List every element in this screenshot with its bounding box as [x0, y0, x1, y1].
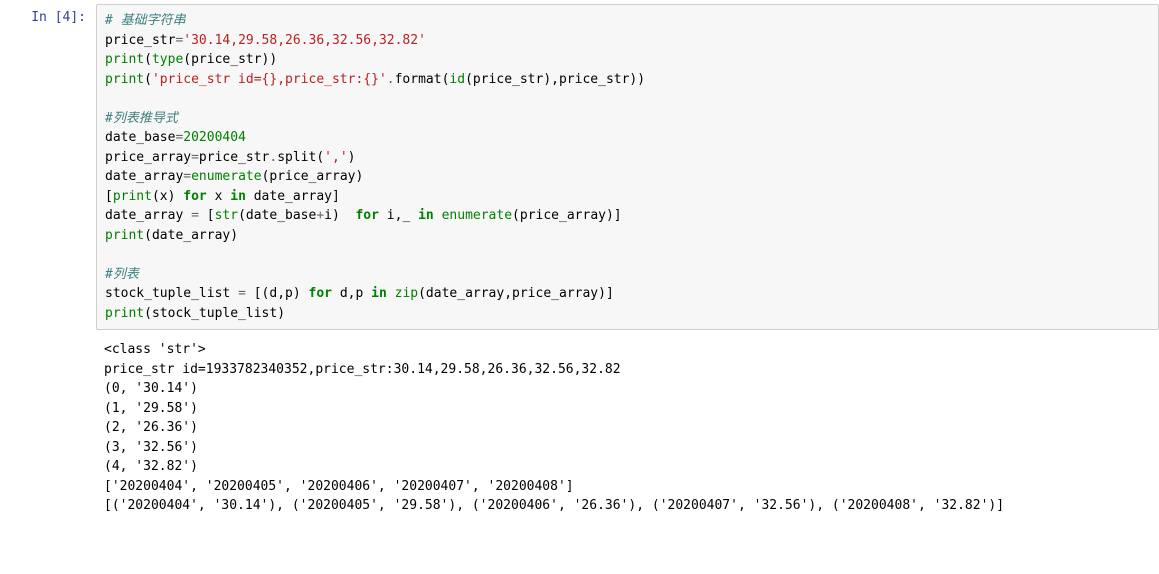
- prompt-in-label: In: [31, 10, 47, 25]
- prompt-in-num: [4]:: [55, 10, 86, 25]
- code-line: #列表推导式: [105, 111, 178, 126]
- output-line: (0, '30.14'): [104, 381, 198, 396]
- output-cell: <class 'str'> price_str id=1933782340352…: [0, 330, 1159, 522]
- code-line: stock_tuple_list: [105, 286, 238, 301]
- code-line: price_array: [105, 150, 191, 165]
- code-line: price_str: [105, 33, 175, 48]
- output-line: (4, '32.82'): [104, 459, 198, 474]
- output-prompt: [0, 334, 96, 340]
- output-line: (2, '26.36'): [104, 420, 198, 435]
- code-output: <class 'str'> price_str id=1933782340352…: [96, 334, 1159, 522]
- code-line: print: [105, 228, 144, 243]
- output-line: <class 'str'>: [104, 342, 206, 357]
- output-line: (1, '29.58'): [104, 401, 198, 416]
- input-cell: In [4]: # 基础字符串 price_str='30.14,29.58,2…: [0, 0, 1159, 330]
- output-line: price_str id=1933782340352,price_str:30.…: [104, 362, 621, 377]
- code-line: [: [105, 189, 113, 204]
- code-input[interactable]: # 基础字符串 price_str='30.14,29.58,26.36,32.…: [96, 4, 1159, 330]
- output-line: ['20200404', '20200405', '20200406', '20…: [104, 479, 574, 494]
- code-line: print: [105, 306, 144, 321]
- code-line: date_array: [105, 169, 183, 184]
- code-line: print: [105, 52, 144, 67]
- code-line: date_base: [105, 130, 175, 145]
- output-line: [('20200404', '30.14'), ('20200405', '29…: [104, 498, 1004, 513]
- code-line: date_array: [105, 208, 191, 223]
- code-line: # 基础字符串: [105, 13, 186, 28]
- code-line: print: [105, 72, 144, 87]
- input-prompt: In [4]:: [0, 4, 96, 25]
- output-line: (3, '32.56'): [104, 440, 198, 455]
- code-line: #列表: [105, 267, 139, 282]
